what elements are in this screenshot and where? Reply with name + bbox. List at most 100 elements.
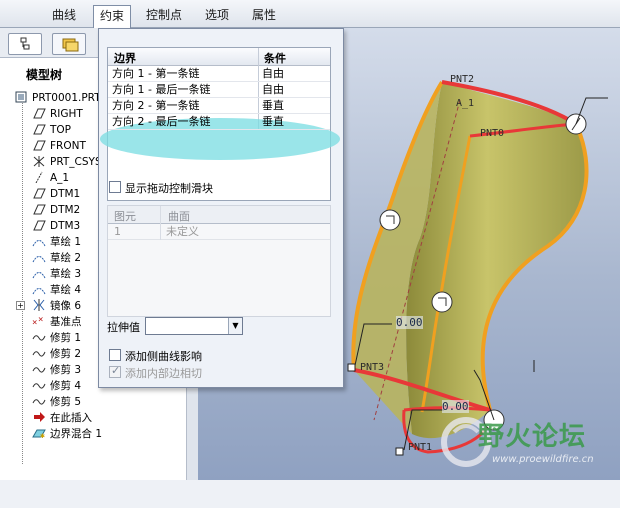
tension-value-select[interactable]: ▼ [145, 317, 243, 335]
boundary-condition[interactable]: 自由 [262, 82, 284, 98]
element-column-header: 图元 [114, 210, 136, 223]
trim-icon [32, 367, 46, 373]
boundary-column-header: 边界 [114, 52, 136, 65]
tree-item-dtm1[interactable]: DTM1 [32, 186, 80, 202]
boundary-condition-table: 边界 条件 方向 1 - 第一条链 自由 方向 1 - 最后一条链 自由 方向 … [100, 47, 340, 201]
tab-options[interactable]: 选项 [199, 5, 235, 27]
tree-item-datum-point[interactable]: × × 基准点 [32, 314, 82, 330]
label-pnt1: PNT1 [408, 442, 433, 453]
expand-mirror-toggle[interactable]: + [16, 301, 25, 310]
svg-text:×: × [32, 318, 37, 327]
part-icon [15, 91, 27, 103]
label-pnt3: PNT3 [360, 362, 385, 373]
element-surface: 未定义 [166, 225, 199, 238]
constraint-handle-left-mid [431, 291, 453, 313]
tree-item-sketch-1[interactable]: 草绘 1 [32, 234, 81, 250]
add-side-curve-label: 添加侧曲线影响 [125, 350, 202, 363]
tree-item-trim-1[interactable]: 修剪 1 [32, 330, 81, 346]
datum-point-icon: × × [32, 315, 43, 327]
tree-item-front[interactable]: FRONT [32, 138, 86, 154]
sketch-icon [32, 272, 46, 279]
element-row[interactable]: 1 未定义 [108, 224, 330, 240]
point-pnt1-marker [395, 447, 404, 456]
tree-item-sketch-3[interactable]: 草绘 3 [32, 266, 81, 282]
svg-text:×: × [38, 315, 43, 325]
datum-axis-icon [35, 171, 43, 183]
element-id: 1 [114, 225, 121, 238]
tree-item-dtm3[interactable]: DTM3 [32, 218, 80, 234]
watermark-logo: 野火论坛 www.proewildfire.cn [436, 408, 620, 480]
sketch-icon [32, 288, 46, 295]
boundary-row[interactable]: 方向 2 - 最后一条链 垂直 [108, 114, 330, 130]
datum-plane-icon [33, 124, 46, 135]
model-tree-title: 模型树 [26, 68, 63, 82]
label-a1: A_1 [456, 98, 475, 109]
insert-arrow-icon [34, 412, 45, 422]
show-drag-handles-checkbox[interactable] [109, 181, 121, 193]
datum-plane-icon [33, 188, 46, 199]
tree-item-root[interactable]: PRT0001.PRT [14, 90, 101, 106]
add-inner-edge-tangent-label: 添加内部边相切 [125, 367, 202, 380]
tree-item-axis[interactable]: A_1 [32, 170, 69, 186]
tree-item-top[interactable]: TOP [32, 122, 71, 138]
add-side-curve-checkbox[interactable] [109, 349, 121, 361]
boundary-name: 方向 2 - 第一条链 [112, 99, 200, 112]
tree-item-dtm2[interactable]: DTM2 [32, 202, 80, 218]
tension-label: 拉伸值 [107, 321, 140, 334]
datum-plane-icon [33, 108, 46, 119]
tree-item-sketch-4[interactable]: 草绘 4 [32, 282, 81, 298]
tab-properties[interactable]: 属性 [246, 5, 282, 27]
boundary-name: 方向 1 - 第一条链 [112, 67, 200, 80]
trim-icon [32, 335, 46, 341]
point-pnt3-marker [347, 363, 356, 372]
label-pnt0: PNT0 [480, 128, 505, 139]
trim-icon [32, 383, 46, 389]
watermark-url: www.proewildfire.cn [492, 454, 594, 465]
tree-item-trim-4[interactable]: 修剪 4 [32, 378, 81, 394]
boundary-condition[interactable]: 垂直 [262, 98, 284, 114]
chevron-down-icon[interactable]: ▼ [228, 318, 242, 334]
label-pnt2: PNT2 [450, 74, 475, 85]
tab-curves[interactable]: 曲线 [46, 5, 82, 27]
element-table-header: 图元 曲面 [108, 206, 330, 224]
folder-browser-tab[interactable] [52, 33, 86, 55]
boundary-row[interactable]: 方向 1 - 第一条链 自由 [108, 66, 330, 82]
sketch-icon [32, 256, 46, 263]
folder-icon [62, 38, 79, 52]
tab-control-points[interactable]: 控制点 [140, 5, 188, 27]
add-inner-edge-tangent-checkbox[interactable] [109, 364, 121, 378]
boundary-condition[interactable]: 自由 [262, 66, 284, 82]
csys-icon [33, 156, 45, 167]
tree-item-insert-here[interactable]: 在此插入 [32, 410, 92, 426]
boundary-row[interactable]: 方向 2 - 第一条链 垂直 [108, 98, 330, 114]
constraints-panel: 边界 条件 方向 1 - 第一条链 自由 方向 1 - 最后一条链 自由 方向 … [98, 28, 344, 388]
tree-item-right[interactable]: RIGHT [32, 106, 83, 122]
constraint-handle-left-top [379, 209, 401, 231]
tree-item-mirror[interactable]: 镜像 6 [32, 298, 81, 314]
condition-column-header: 条件 [264, 52, 286, 65]
tension-value-top[interactable]: 0.00 [396, 316, 423, 329]
show-drag-handles-label: 显示拖动控制滑块 [125, 182, 213, 195]
boundary-condition[interactable]: 垂直 [262, 114, 284, 130]
tree-item-sketch-2[interactable]: 草绘 2 [32, 250, 81, 266]
tab-constraints[interactable]: 约束 [93, 5, 132, 29]
element-surface-table: 图元 曲面 1 未定义 [107, 205, 331, 317]
boundary-name: 方向 2 - 最后一条链 [112, 115, 211, 128]
boundary-name: 方向 1 - 最后一条链 [112, 83, 211, 96]
trim-icon [32, 351, 46, 357]
boundary-table-header: 边界 条件 [108, 48, 330, 66]
tree-item-boundary-blend[interactable]: ✱ 边界混合 1 [32, 426, 102, 442]
datum-plane-icon [33, 204, 46, 215]
dashboard-tab-bar: 曲线 约束 控制点 选项 属性 [0, 0, 620, 29]
tree-item-trim-2[interactable]: 修剪 2 [32, 346, 81, 362]
tree-item-trim-3[interactable]: 修剪 3 [32, 362, 81, 378]
model-tree-icon [20, 37, 30, 50]
model-tree-tab[interactable] [8, 33, 42, 55]
watermark-title: 野火论坛 [478, 422, 587, 452]
datum-plane-icon [33, 220, 46, 231]
tree-guide-line [22, 98, 23, 464]
boundary-blend-icon: ✱ [32, 429, 46, 439]
tree-item-trim-5[interactable]: 修剪 5 [32, 394, 81, 410]
boundary-row[interactable]: 方向 1 - 最后一条链 自由 [108, 82, 330, 98]
svg-text:✱: ✱ [40, 431, 45, 439]
